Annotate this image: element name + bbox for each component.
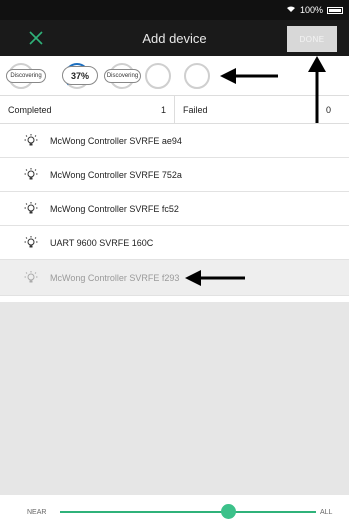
list-item[interactable]: McWong Controller SVRFE fc52 bbox=[0, 192, 349, 226]
discovering-badge-right: Discovering bbox=[104, 69, 141, 83]
progress-percentage: 37% bbox=[62, 66, 98, 85]
list-item[interactable]: McWong Controller SVRFE f293 bbox=[0, 260, 349, 296]
failed-count: 0 bbox=[325, 104, 331, 115]
stats-row: Completed 1 Failed 0 bbox=[0, 96, 349, 124]
arrow-left-icon bbox=[220, 68, 278, 84]
battery-percentage: 100% bbox=[299, 5, 323, 15]
discovering-badge-left: Discovering bbox=[6, 69, 46, 83]
done-button[interactable]: DONE bbox=[287, 26, 337, 52]
slider-thumb[interactable] bbox=[221, 504, 237, 519]
device-name: UART 9600 SVRFE 160C bbox=[50, 237, 154, 248]
list-item[interactable]: McWong Controller SVRFE ae94 bbox=[0, 124, 349, 158]
arrow-left-icon bbox=[185, 269, 246, 286]
bulb-icon bbox=[24, 270, 38, 282]
bulb-icon bbox=[24, 167, 38, 179]
bulb-icon bbox=[24, 235, 38, 247]
bulb-icon bbox=[24, 133, 38, 145]
wifi-icon bbox=[286, 5, 296, 15]
device-name: McWong Controller SVRFE fc52 bbox=[50, 203, 179, 214]
device-name: McWong Controller SVRFE ae94 bbox=[50, 135, 182, 146]
discovery-progress-row: Discovering 37% Discovering bbox=[0, 56, 349, 96]
range-slider-bar: NEAR ALL bbox=[0, 495, 349, 529]
completed-label: Completed bbox=[8, 104, 52, 115]
failed-stat: Failed 0 bbox=[174, 96, 349, 123]
empty-list-area bbox=[0, 302, 349, 495]
status-bar: 100% bbox=[0, 0, 349, 20]
discovery-ring-4 bbox=[184, 63, 210, 89]
failed-label: Failed bbox=[183, 104, 208, 115]
all-label: ALL bbox=[320, 508, 333, 516]
list-item[interactable]: McWong Controller SVRFE 752a bbox=[0, 158, 349, 192]
slider-track[interactable] bbox=[60, 511, 316, 513]
discovery-ring-3 bbox=[145, 63, 171, 89]
app-header: Add device DONE bbox=[0, 20, 349, 56]
device-list: McWong Controller SVRFE ae94 McWong Cont… bbox=[0, 124, 349, 296]
battery-icon bbox=[327, 6, 343, 14]
near-label: NEAR bbox=[27, 508, 47, 516]
device-name: McWong Controller SVRFE f293 bbox=[50, 272, 180, 283]
bulb-icon bbox=[24, 201, 38, 213]
completed-stat: Completed 1 bbox=[0, 96, 174, 123]
device-name: McWong Controller SVRFE 752a bbox=[50, 169, 182, 180]
completed-count: 1 bbox=[160, 104, 166, 115]
list-item[interactable]: UART 9600 SVRFE 160C bbox=[0, 226, 349, 260]
